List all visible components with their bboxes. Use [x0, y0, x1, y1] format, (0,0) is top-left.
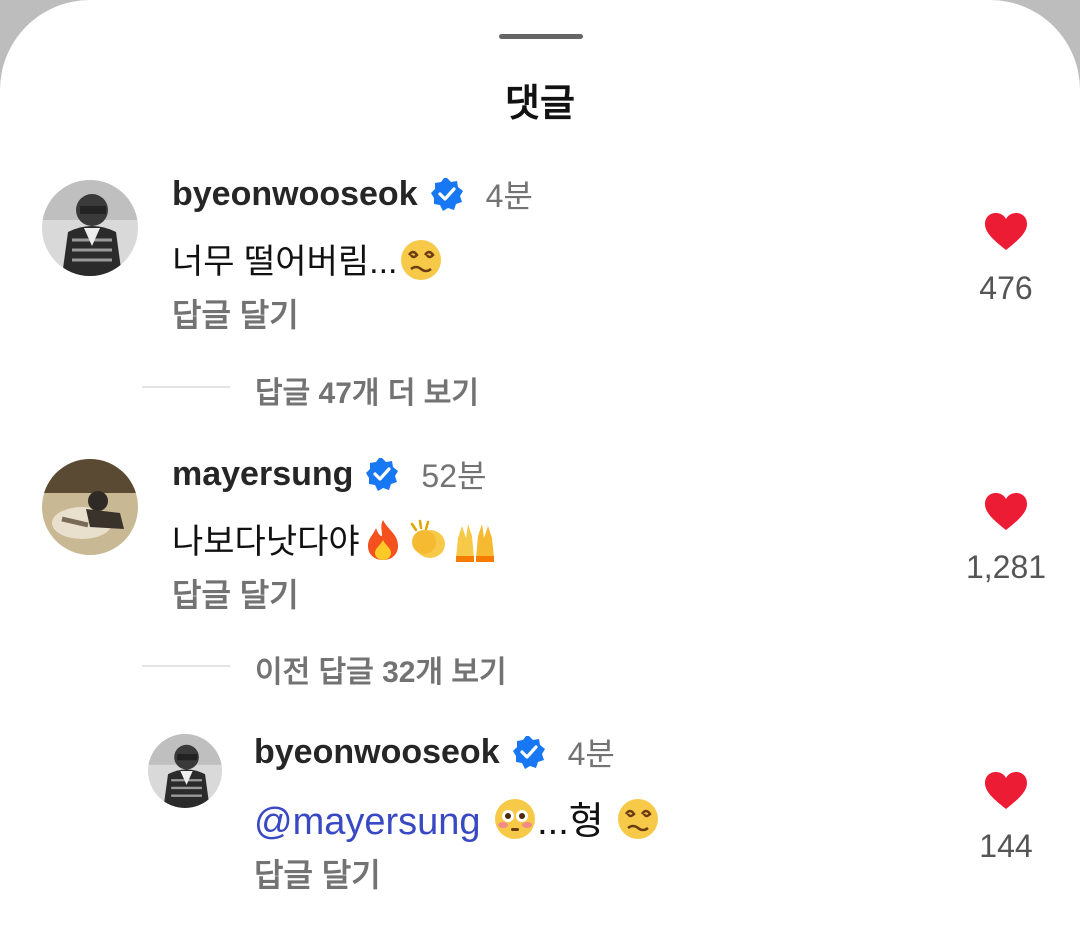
- verified-badge-icon: [430, 177, 464, 211]
- comment-header: byeonwooseok 4분: [172, 172, 533, 216]
- fire-emoji: [362, 518, 404, 571]
- username[interactable]: byeonwooseok: [254, 733, 500, 772]
- comments-sheet: 댓글 byeonwooseok 4분 너무 떨어버림... 답글 달기 476 …: [0, 0, 1080, 940]
- view-previous-replies-button[interactable]: 이전 답글 32개 보기: [255, 647, 507, 691]
- heart-icon[interactable]: [984, 492, 1028, 532]
- avatar[interactable]: [42, 180, 138, 276]
- clapping-hands-emoji: [406, 518, 450, 571]
- comment-header: mayersung 52분: [172, 452, 486, 496]
- divider-line: [142, 665, 230, 667]
- heart-icon[interactable]: [984, 771, 1028, 811]
- avatar[interactable]: [42, 459, 138, 555]
- verified-badge-icon: [365, 457, 399, 491]
- like-count: 144: [979, 828, 1033, 864]
- comment-time: 4분: [485, 178, 533, 214]
- reply-button[interactable]: 답글 달기: [172, 570, 299, 616]
- reply-text: @mayersung ...형: [254, 790, 660, 851]
- flushed-face-emoji: [493, 797, 537, 851]
- username[interactable]: byeonwooseok: [172, 175, 418, 214]
- sheet-title: 댓글: [505, 83, 575, 125]
- mention-link[interactable]: @mayersung: [254, 801, 481, 843]
- username[interactable]: mayersung: [172, 455, 353, 494]
- avatar[interactable]: [148, 734, 222, 808]
- verified-badge-icon: [512, 735, 546, 769]
- comment-text: 나보다낫다야: [172, 514, 498, 571]
- comment-time: 52분: [421, 458, 487, 494]
- view-more-replies-button[interactable]: 답글 47개 더 보기: [255, 368, 479, 412]
- raising-hands-emoji: [452, 518, 498, 571]
- reply-button[interactable]: 답글 달기: [172, 290, 299, 336]
- comment-text: 너무 떨어버림...: [172, 234, 443, 291]
- reply-time: 4분: [567, 736, 615, 772]
- heart-icon[interactable]: [984, 212, 1028, 252]
- reply-button[interactable]: 답글 달기: [254, 850, 381, 896]
- woozy-face-emoji: [616, 797, 660, 851]
- divider-line: [142, 386, 230, 388]
- sheet-drag-handle[interactable]: [499, 34, 583, 39]
- like-count: 476: [979, 270, 1033, 306]
- like-count: 1,281: [965, 549, 1047, 585]
- woozy-face-emoji: [399, 238, 443, 291]
- reply-header: byeonwooseok 4분: [254, 730, 615, 774]
